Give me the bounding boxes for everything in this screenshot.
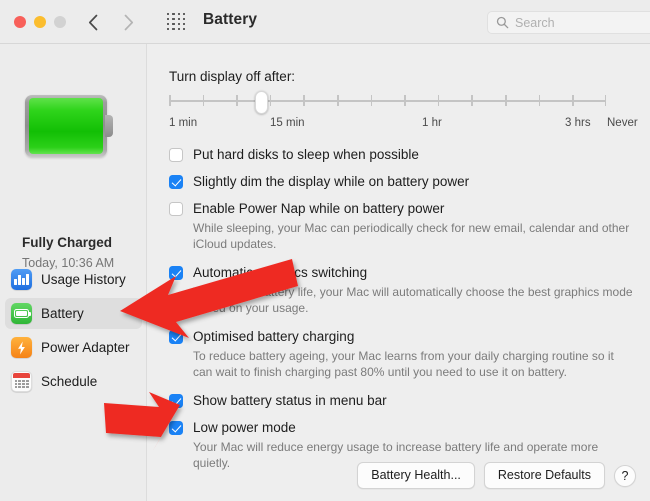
battery-health-button[interactable]: Battery Health... (357, 462, 475, 489)
battery-options-list: Put hard disks to sleep when possible Sl… (169, 146, 634, 471)
sidebar-item-label: Battery (41, 306, 84, 321)
chevron-left-icon[interactable] (82, 10, 104, 34)
search-field[interactable] (487, 11, 650, 34)
option-slightly-dim-display[interactable]: Slightly dim the display while on batter… (169, 173, 634, 191)
sidebar-item-label: Schedule (41, 374, 98, 389)
checkbox[interactable] (169, 148, 183, 162)
checkbox[interactable] (169, 202, 183, 216)
sidebar-nav-list: Usage History Battery Power Adapter Sche… (5, 264, 142, 400)
usage-history-chart-icon (11, 269, 32, 290)
sidebar-item-label: Power Adapter (41, 340, 130, 355)
sidebar-item-schedule[interactable]: Schedule (5, 366, 142, 397)
page-title: Battery (203, 11, 258, 28)
display-sleep-label: Turn display off after: (169, 69, 296, 84)
checkbox[interactable] (169, 266, 183, 280)
slider-tick-label: Never (607, 117, 638, 129)
option-label: Enable Power Nap while on battery power (193, 201, 445, 216)
traffic-light-buttons (14, 16, 66, 28)
option-put-hard-disks-to-sleep[interactable]: Put hard disks to sleep when possible (169, 146, 634, 164)
power-adapter-bolt-icon (11, 337, 32, 358)
sidebar-item-usage-history[interactable]: Usage History (5, 264, 142, 295)
battery-icon (11, 303, 32, 324)
option-label: Automatic graphics switching (193, 265, 368, 280)
slider-tick-label: 1 hr (422, 117, 442, 129)
slider-thumb[interactable] (255, 91, 268, 114)
option-low-power-mode[interactable]: Low power mode (169, 419, 634, 437)
slider-tick-label: 15 min (270, 117, 305, 129)
slider-tick-label: 3 hrs (565, 117, 591, 129)
sidebar-item-battery[interactable]: Battery (5, 298, 142, 329)
option-label: Optimised battery charging (193, 329, 355, 344)
option-automatic-graphics-switching[interactable]: Automatic graphics switching (169, 264, 634, 282)
sidebar-item-label: Usage History (41, 272, 126, 287)
battery-full-green-icon (25, 95, 113, 157)
option-enable-power-nap[interactable]: Enable Power Nap while on battery power (169, 200, 634, 218)
battery-preferences-window: Battery Fully Charged Today, 10:36 AM Us… (0, 0, 650, 501)
minimise-window-button[interactable] (34, 16, 46, 28)
option-help-text: While sleeping, your Mac can periodicall… (193, 221, 630, 251)
show-all-preferences-grid-icon[interactable] (167, 13, 187, 31)
option-optimised-battery-charging[interactable]: Optimised battery charging (169, 328, 634, 346)
sidebar: Fully Charged Today, 10:36 AM Usage Hist… (0, 44, 147, 501)
slider-ticks (169, 95, 606, 107)
help-button[interactable]: ? (614, 464, 636, 487)
schedule-calendar-icon (11, 371, 32, 392)
chevron-right-icon[interactable] (118, 10, 140, 34)
option-label: Put hard disks to sleep when possible (193, 147, 419, 162)
checkbox[interactable] (169, 394, 183, 408)
window-titlebar: Battery (0, 0, 650, 44)
slider-tick-labels: 1 min 15 min 1 hr 3 hrs Never (169, 117, 638, 135)
search-input[interactable] (515, 15, 645, 30)
option-show-battery-status-in-menu-bar[interactable]: Show battery status in menu bar (169, 392, 634, 410)
battery-status-title: Fully Charged (22, 235, 113, 250)
navigation-buttons (82, 10, 140, 34)
search-icon (496, 16, 509, 29)
restore-defaults-button[interactable]: Restore Defaults (483, 462, 605, 489)
checkbox[interactable] (169, 175, 183, 189)
slider-tick-label: 1 min (169, 117, 198, 129)
option-help-text: To increase battery life, your Mac will … (193, 285, 633, 315)
display-sleep-slider[interactable]: 1 min 15 min 1 hr 3 hrs Never (169, 91, 638, 140)
sidebar-item-power-adapter[interactable]: Power Adapter (5, 332, 142, 363)
zoom-window-button[interactable] (54, 16, 66, 28)
checkbox[interactable] (169, 421, 183, 435)
option-label: Show battery status in menu bar (193, 393, 387, 408)
checkbox[interactable] (169, 330, 183, 344)
close-window-button[interactable] (14, 16, 26, 28)
option-help-text: To reduce battery ageing, your Mac learn… (193, 349, 614, 379)
option-label: Low power mode (193, 420, 296, 435)
option-label: Slightly dim the display while on batter… (193, 174, 470, 189)
main-content: Turn display off after: 1 min 15 min 1 h… (148, 44, 650, 501)
footer-button-bar: Battery Health... Restore Defaults ? (148, 462, 650, 489)
